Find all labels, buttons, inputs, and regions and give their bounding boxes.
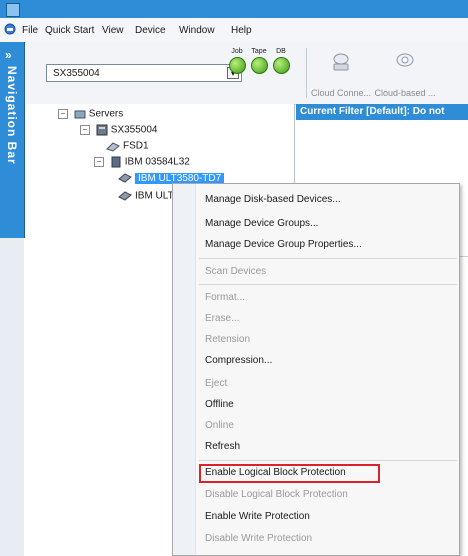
expand-chevron-icon[interactable]: » (5, 48, 12, 62)
collapse-icon[interactable]: − (80, 125, 90, 135)
filter-header: Current Filter [Default]: Do not (296, 104, 468, 120)
app-icon (6, 3, 20, 17)
status-light-icon (272, 57, 290, 74)
menu-item-disable-lbp[interactable]: Disable Logical Block Protection (205, 489, 348, 500)
menu-item-scan-devices[interactable]: Scan Devices (205, 266, 266, 277)
menu-help[interactable]: Help (231, 25, 252, 36)
cloud-connect-button[interactable]: Cloud Conne... (310, 46, 372, 102)
menu-item-manage-disk-devices[interactable]: Manage Disk-based Devices... (205, 194, 341, 205)
tree-node-fsd[interactable]: FSD1 (106, 140, 149, 152)
servers-icon (74, 110, 86, 119)
menu-separator (199, 284, 457, 285)
drive-icon (106, 142, 120, 152)
tree-label: FSD1 (123, 140, 149, 152)
menu-item-format[interactable]: Format... (205, 292, 245, 303)
tree-node-server[interactable]: − SX355004 (80, 124, 158, 136)
db-indicator-label: DB (276, 48, 286, 55)
menu-item-offline[interactable]: Offline (205, 399, 234, 410)
menu-view[interactable]: View (102, 25, 124, 36)
menu-item-enable-write-protection[interactable]: Enable Write Protection (205, 511, 310, 522)
tree-label: IBM ULT3580-TD7 (135, 172, 225, 184)
cloud-based-button[interactable]: Cloud-based ... (374, 46, 436, 102)
menu-item-online[interactable]: Online (205, 420, 234, 431)
menu-item-manage-device-groups[interactable]: Manage Device Groups... (205, 218, 318, 229)
tree-label: IBM 03584L32 (124, 156, 190, 168)
context-menu: Manage Disk-based Devices... Manage Devi… (172, 183, 460, 556)
menu-item-enable-lbp[interactable]: Enable Logical Block Protection (205, 467, 346, 478)
cloud-based-label: Cloud-based ... (374, 88, 436, 98)
tree-node-library[interactable]: − IBM 03584L32 (94, 156, 190, 168)
menu-file[interactable]: File (22, 25, 38, 36)
menu-device[interactable]: Device (135, 25, 166, 36)
navigation-bar-label: Navigation Bar (5, 66, 19, 165)
menu-item-compression[interactable]: Compression... (205, 355, 272, 366)
menu-window[interactable]: Window (179, 25, 215, 36)
menu-item-disable-write-protection[interactable]: Disable Write Protection (205, 533, 312, 544)
menu-separator (199, 460, 457, 461)
device-select-value: SX355004 (53, 68, 100, 79)
menu-item-retension[interactable]: Retension (205, 334, 250, 345)
collapse-icon[interactable]: − (58, 109, 68, 119)
cloud-storage-icon (396, 53, 414, 67)
job-indicator[interactable]: Job (226, 48, 248, 77)
left-strip (0, 238, 24, 556)
menu-item-erase[interactable]: Erase... (205, 313, 239, 324)
tape-indicator[interactable]: Tape (248, 48, 270, 77)
cloud-connect-label: Cloud Conne... (310, 88, 372, 98)
status-light-icon (250, 57, 268, 74)
tree-label: Servers (88, 108, 124, 120)
tape-drive-icon (118, 173, 132, 183)
tape-indicator-label: Tape (251, 48, 267, 55)
db-indicator[interactable]: DB (270, 48, 292, 77)
menu-item-manage-group-properties[interactable]: Manage Device Group Properties... (205, 239, 362, 250)
tape-drive-icon (118, 191, 132, 201)
device-select[interactable]: SX355004 ▾ (46, 64, 242, 82)
menu-quick-start[interactable]: Quick Start (45, 25, 94, 36)
library-icon (111, 156, 121, 168)
job-indicator-label: Job (231, 48, 243, 55)
cloud-device-icon (333, 53, 349, 71)
tree-node-servers[interactable]: − Servers (58, 108, 123, 120)
menu-gutter (173, 184, 196, 555)
app-menu-icon[interactable] (4, 23, 16, 35)
navigation-bar[interactable]: » Navigation Bar (0, 42, 25, 238)
collapse-icon[interactable]: − (94, 157, 104, 167)
menu-separator (199, 258, 457, 259)
toolbar-divider (306, 48, 307, 98)
tree-label: SX355004 (110, 124, 158, 136)
menu-item-refresh[interactable]: Refresh (205, 441, 240, 452)
status-light-icon (228, 57, 246, 74)
menu-bar: File Quick Start View Device Window Help (0, 18, 468, 43)
title-bar (0, 0, 468, 18)
menu-item-eject[interactable]: Eject (205, 378, 227, 389)
server-icon (96, 124, 108, 136)
toolbar: SX355004 ▾ Job Tape DB Cloud Conne... Cl… (26, 42, 468, 105)
